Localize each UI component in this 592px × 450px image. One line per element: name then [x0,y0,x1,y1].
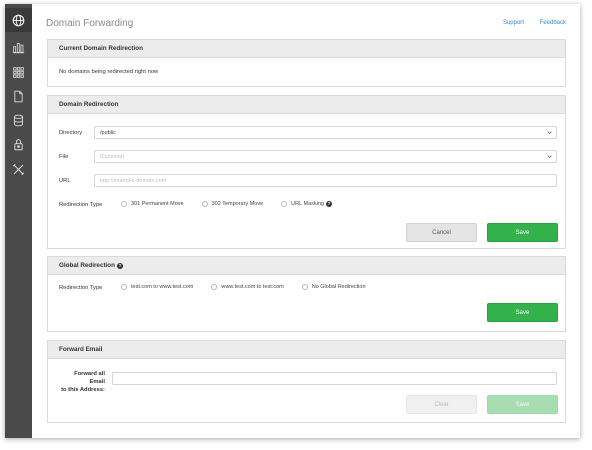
radio-to-www[interactable]: test.com to www.test.com [121,284,193,290]
url-input[interactable]: http://example-domain.com [94,174,557,187]
label-line: Forward all Email [74,371,105,385]
help-icon[interactable]: ? [325,201,332,207]
redirection-type-radios: 301 Permanent Move 302 Temporary Move UR… [121,201,350,207]
url-label: URL [59,178,71,184]
clear-button[interactable]: Clear [406,395,477,414]
page-title: Domain Forwarding [46,18,134,29]
file-placeholder: (Optional) [100,153,125,160]
url-placeholder: http://example-domain.com [100,177,167,184]
feedback-link[interactable]: Feedback [540,20,566,26]
radio-url-masking[interactable]: URL Masking? [281,201,332,207]
file-label: File [59,154,69,160]
cancel-button[interactable]: Cancel [406,223,477,242]
redirection-type-label: Redirection Type [59,202,103,208]
radio-label: 301 Permanent Move [131,201,184,207]
panel-heading: Domain Redirection [48,96,565,114]
app-window: Domain Forwarding Support Feedback Curre… [5,4,580,438]
label-line: to this Address: [61,387,105,393]
forward-email-label: Forward all Email to this Address: [59,370,105,394]
domain-redirection-panel: Domain Redirection Directory /public Fil… [47,95,566,249]
sidebar [5,4,32,438]
lock-icon[interactable] [11,137,26,152]
radio-label: URL Masking [291,201,324,207]
radio-circle [211,284,218,290]
radio-label: test.com to www.test.com [131,284,194,290]
no-redirects-message: No domains being redirected right now [59,69,159,75]
database-icon[interactable] [11,113,26,128]
radio-circle [281,201,288,207]
radio-label: www.test.com to test.com [221,284,284,290]
save-button[interactable]: Save [487,303,558,322]
bar-chart-icon[interactable] [11,40,26,55]
current-redirection-panel: Current Domain Redirection No domains be… [47,39,566,87]
save-button[interactable]: Save [487,223,558,242]
radio-label: No Global Redirection [311,284,366,290]
directory-label: Directory [59,130,83,136]
radio-301[interactable]: 301 Permanent Move [121,201,184,207]
directory-value: /public [100,129,116,136]
document-icon[interactable] [11,89,26,104]
radio-circle [301,284,308,290]
forward-email-input[interactable] [112,372,557,385]
panel-heading-text: Global Redirection [59,262,115,269]
forward-email-panel: Forward Email Forward all Email to this … [47,340,566,423]
panel-heading: Global Redirection ? [48,257,565,275]
chevron-down-icon [547,155,552,158]
chevron-down-icon [547,131,552,134]
global-type-label: Redirection Type [59,285,103,291]
help-icon[interactable]: ? [116,262,123,269]
radio-no-global[interactable]: No Global Redirection [301,284,366,290]
tools-icon[interactable] [11,162,26,177]
radio-302[interactable]: 302 Temporary Move [201,201,264,207]
top-links: Support Feedback [489,20,566,26]
globe-icon[interactable] [5,8,32,32]
directory-select[interactable]: /public [94,126,557,139]
radio-to-bare[interactable]: www.test.com to test.com [211,284,284,290]
radio-circle [121,284,127,290]
radio-label: 302 Temporary Move [211,201,264,207]
main-content: Domain Forwarding Support Feedback Curre… [32,4,580,438]
global-type-radios: test.com to www.test.com www.test.com to… [121,284,384,290]
file-select[interactable]: (Optional) [94,150,557,163]
global-redirection-panel: Global Redirection ? Redirection Type te… [47,256,566,332]
panel-heading: Forward Email [48,341,565,359]
radio-circle [121,201,127,207]
apps-grid-icon[interactable] [11,65,26,80]
support-link[interactable]: Support [503,20,524,26]
radio-circle [201,201,208,207]
save-button[interactable]: Save [487,395,558,414]
panel-heading: Current Domain Redirection [48,40,565,58]
